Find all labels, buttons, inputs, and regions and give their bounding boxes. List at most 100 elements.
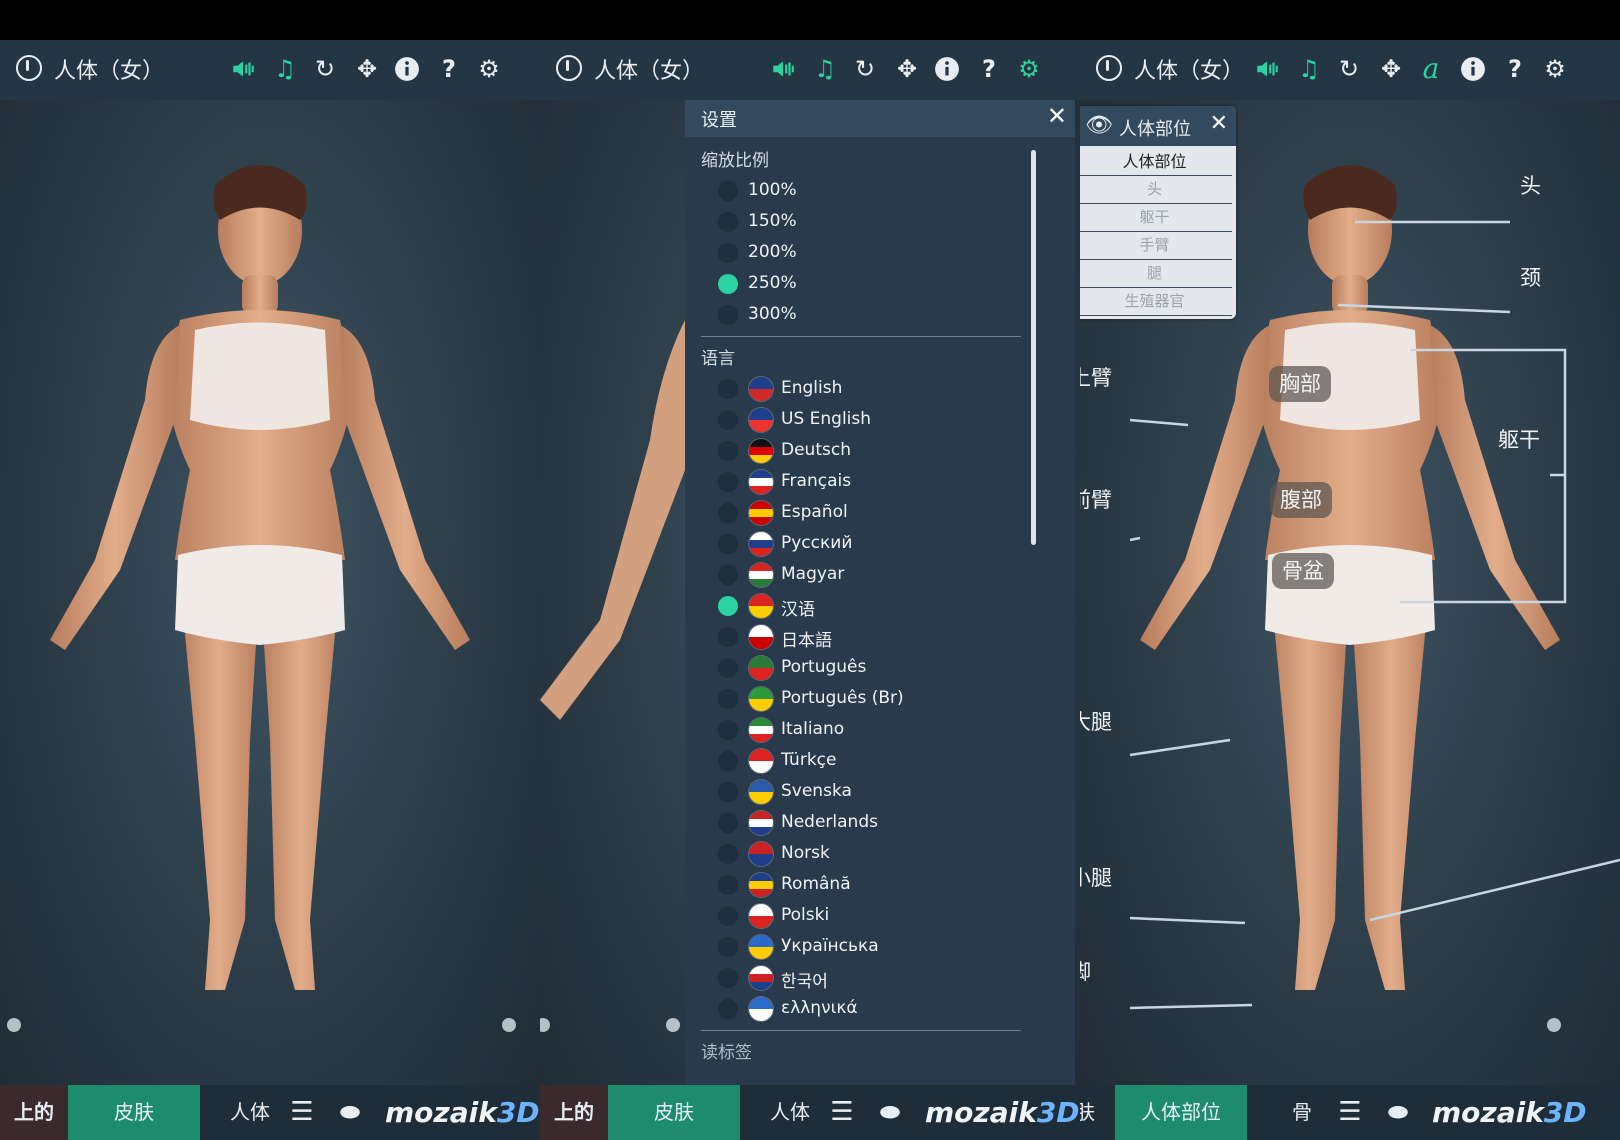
layers-icon[interactable]: ☰: [282, 1085, 322, 1140]
label-calf[interactable]: 小腿: [1080, 862, 1112, 892]
radio-icon[interactable]: [718, 720, 738, 740]
tab-skin[interactable]: 肤: [1080, 1085, 1120, 1140]
female-body-model[interactable]: [10, 140, 530, 1070]
music-icon[interactable]: ♫: [268, 52, 302, 86]
radio-icon[interactable]: [718, 751, 738, 771]
tab-skin[interactable]: 皮肤: [608, 1085, 740, 1140]
nav-dot[interactable]: [502, 1018, 516, 1032]
tab-3d[interactable]: 上的3D: [0, 1085, 68, 1140]
female-body-model-partial[interactable]: [540, 140, 690, 790]
tab-bodyparts[interactable]: 人体部: [765, 1085, 815, 1140]
bodypart-option[interactable]: 人体部位: [1080, 148, 1232, 176]
scale-option-label: 100%: [748, 180, 797, 200]
radio-icon[interactable]: [718, 274, 738, 294]
scrollbar[interactable]: [1031, 150, 1036, 545]
radio-icon[interactable]: [718, 844, 738, 864]
tab-skeleton[interactable]: 骨骼: [1285, 1085, 1319, 1140]
close-icon[interactable]: ✕: [1047, 102, 1067, 130]
move-icon[interactable]: ✥: [350, 52, 384, 86]
label-foot[interactable]: 脚: [1080, 956, 1091, 986]
radio-icon[interactable]: [718, 937, 738, 957]
label-neck[interactable]: 颈: [1520, 262, 1541, 292]
language-option-label: Türkçe: [781, 750, 837, 770]
radio-icon[interactable]: [718, 534, 738, 554]
tab-bodyparts[interactable]: 人体部位: [1115, 1085, 1247, 1140]
info-icon[interactable]: [390, 52, 424, 86]
rotate-icon[interactable]: ↻: [308, 52, 342, 86]
help-icon[interactable]: ?: [1498, 52, 1532, 86]
tab-3d[interactable]: 上的3D: [540, 1085, 608, 1140]
radio-icon[interactable]: [718, 212, 738, 232]
bodypart-option[interactable]: 生殖器官: [1080, 288, 1232, 316]
gear-icon[interactable]: ⚙: [1012, 52, 1046, 86]
power-icon[interactable]: [1096, 55, 1122, 81]
eye-icon[interactable]: 👁: [1085, 113, 1113, 138]
mozaik-logo: mozaik3D: [925, 1096, 1080, 1129]
radio-icon[interactable]: [718, 379, 738, 399]
radio-icon[interactable]: [718, 410, 738, 430]
label-torso[interactable]: 躯干: [1498, 424, 1540, 454]
label-thigh[interactable]: 大腿: [1080, 706, 1112, 736]
nav-dot[interactable]: [666, 1018, 680, 1032]
label-toggle-icon[interactable]: a: [1414, 52, 1448, 86]
radio-icon[interactable]: [718, 503, 738, 523]
radio-icon[interactable]: [718, 813, 738, 833]
divider: [701, 336, 1021, 337]
radio-icon[interactable]: [718, 243, 738, 263]
radio-icon[interactable]: [718, 441, 738, 461]
label-pelvis[interactable]: 骨盆: [1272, 553, 1334, 589]
help-icon[interactable]: ?: [972, 52, 1006, 86]
gear-icon[interactable]: ⚙: [1538, 52, 1572, 86]
bodypart-option[interactable]: 腿: [1080, 260, 1232, 288]
rotate-icon[interactable]: ↻: [1332, 52, 1366, 86]
label-chest[interactable]: 胸部: [1269, 366, 1331, 402]
nav-dot[interactable]: [540, 1018, 550, 1032]
nav-dot[interactable]: [7, 1018, 21, 1032]
bodypart-option[interactable]: 躯干: [1080, 204, 1232, 232]
radio-icon[interactable]: [718, 627, 738, 647]
radio-icon[interactable]: [718, 181, 738, 201]
layers-icon[interactable]: ☰: [822, 1085, 862, 1140]
model-title: 人体（女）: [594, 59, 705, 84]
vr-headset-icon[interactable]: ⬬: [1376, 1085, 1420, 1140]
info-icon[interactable]: [1456, 52, 1490, 86]
move-icon[interactable]: ✥: [890, 52, 924, 86]
radio-icon[interactable]: [718, 999, 738, 1019]
close-icon[interactable]: ✕: [1210, 111, 1228, 136]
tab-bodyparts[interactable]: 人体部: [225, 1085, 275, 1140]
move-icon[interactable]: ✥: [1374, 52, 1408, 86]
help-icon[interactable]: ?: [432, 52, 466, 86]
radio-icon[interactable]: [718, 658, 738, 678]
music-icon[interactable]: ♫: [1292, 52, 1326, 86]
music-icon[interactable]: ♫: [808, 52, 842, 86]
radio-icon[interactable]: [718, 565, 738, 585]
language-section-label: 语言: [701, 349, 735, 369]
power-icon[interactable]: [556, 55, 582, 81]
tab-skin[interactable]: 皮肤: [68, 1085, 200, 1140]
label-upper-arm[interactable]: 上臂: [1080, 362, 1112, 392]
label-forearm[interactable]: 前臂: [1080, 484, 1112, 514]
radio-icon[interactable]: [718, 906, 738, 926]
radio-icon[interactable]: [718, 968, 738, 988]
radio-icon[interactable]: [718, 305, 738, 325]
speaker-icon[interactable]: [1250, 52, 1284, 86]
info-icon[interactable]: [930, 52, 964, 86]
label-abdomen[interactable]: 腹部: [1270, 482, 1332, 518]
radio-icon[interactable]: [718, 596, 738, 616]
vr-headset-icon[interactable]: ⬬: [868, 1085, 912, 1140]
speaker-icon[interactable]: [766, 52, 800, 86]
vr-headset-icon[interactable]: ⬬: [328, 1085, 372, 1140]
rotate-icon[interactable]: ↻: [848, 52, 882, 86]
layers-icon[interactable]: ☰: [1330, 1085, 1370, 1140]
speaker-icon[interactable]: [226, 52, 260, 86]
label-head[interactable]: 头: [1520, 170, 1541, 200]
radio-icon[interactable]: [718, 875, 738, 895]
radio-icon[interactable]: [718, 472, 738, 492]
radio-icon[interactable]: [718, 689, 738, 709]
radio-icon[interactable]: [718, 782, 738, 802]
bodypart-option[interactable]: 手臂: [1080, 232, 1232, 260]
gear-icon[interactable]: ⚙: [472, 52, 506, 86]
bodypart-option[interactable]: 头: [1080, 176, 1232, 204]
power-icon[interactable]: [16, 55, 42, 81]
nav-dot[interactable]: [1547, 1018, 1561, 1032]
